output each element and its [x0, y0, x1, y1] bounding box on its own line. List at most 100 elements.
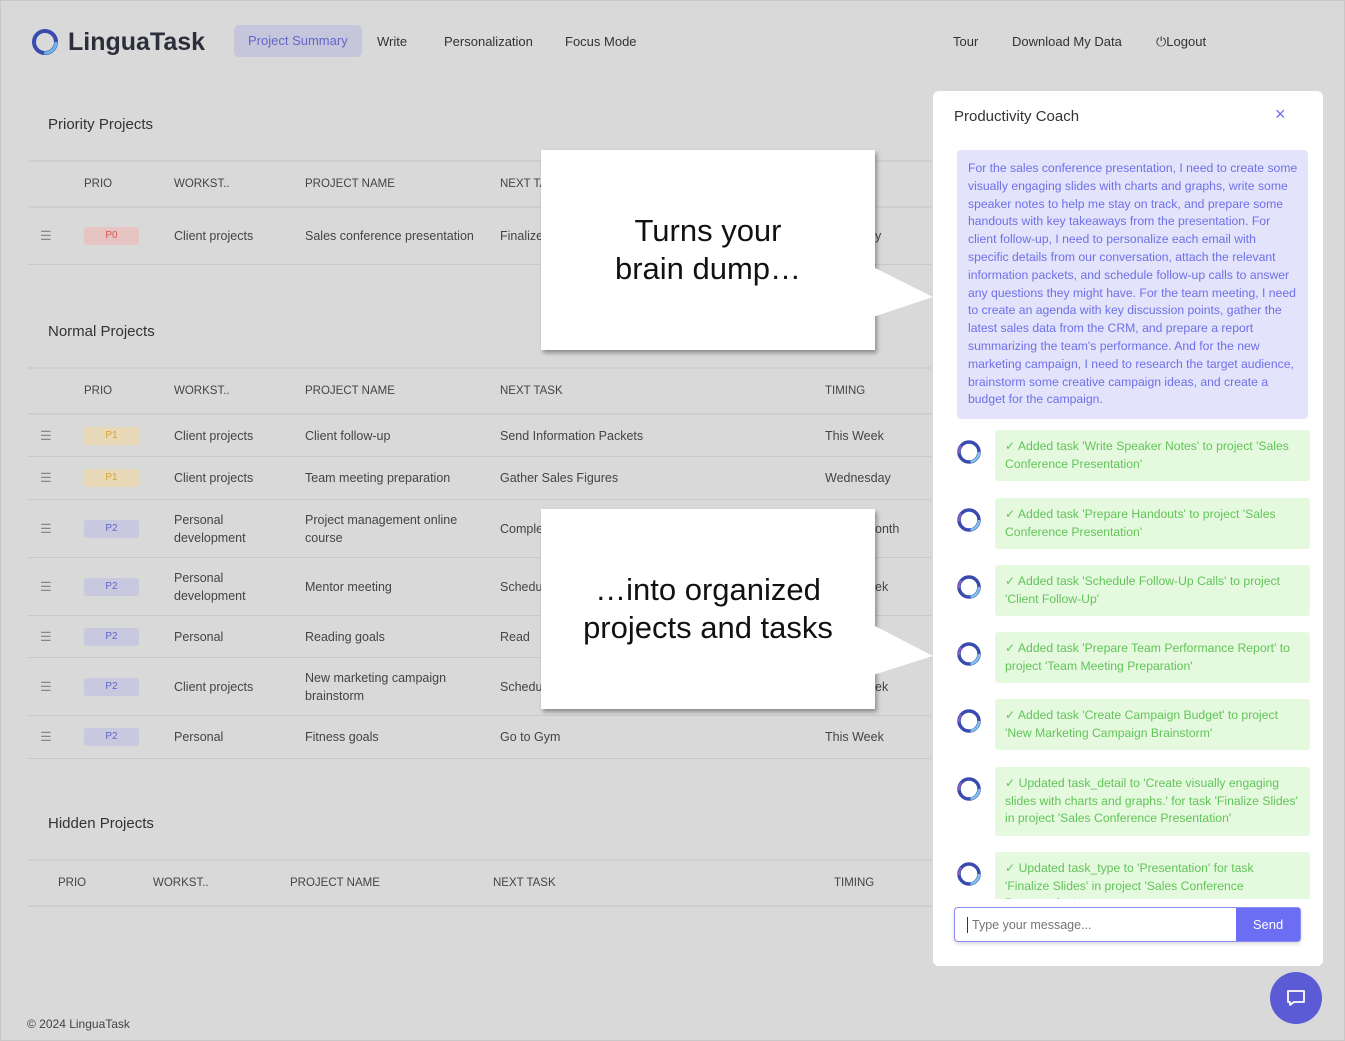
message-input[interactable] [967, 917, 1236, 933]
hidden-table: PRIO WORKST.. PROJECT NAME NEXT TASK TIM… [28, 859, 931, 907]
nav-tour[interactable]: Tour [953, 32, 978, 52]
bot-message-text: ✓ Added task 'Prepare Handouts' to proje… [995, 498, 1310, 550]
callout-text: …into organized projects and tasks [583, 572, 833, 645]
coach-avatar-icon [957, 862, 981, 886]
coach-title: Productivity Coach [954, 108, 1080, 125]
drag-handle-icon[interactable]: ☰ [40, 227, 52, 245]
chat-bubble-icon [1287, 990, 1305, 1006]
bot-message-text: ✓ Added task 'Create Campaign Budget' to… [995, 699, 1310, 751]
timing-cell: y [875, 229, 882, 243]
next-task-cell: Read [500, 629, 530, 644]
normal-title: Normal Projects [48, 323, 155, 340]
priority-badge: P2 [84, 577, 139, 596]
col-timing: TIMING [834, 877, 875, 889]
next-task-cell: Schedu [500, 579, 543, 594]
timing-cell: Wednesday [825, 471, 891, 485]
priority-badge: P1 [84, 469, 139, 487]
message-input-bar: Send [954, 907, 1301, 942]
table-row[interactable]: ☰ P1 Client projects Team meeting prepar… [28, 457, 931, 500]
callout-pointer [873, 267, 933, 317]
col-prio: PRIO [58, 877, 87, 889]
workstream-cell: Personal [174, 629, 224, 644]
nav-personalization[interactable]: Personalization [444, 32, 533, 52]
next-task-cell: Comple [500, 521, 544, 536]
nav-download-data[interactable]: Download My Data [1012, 32, 1122, 52]
next-task-cell: Send Information Packets [500, 428, 644, 443]
priority-badge: P0 [84, 227, 139, 245]
close-icon[interactable]: × [1275, 104, 1286, 125]
drag-handle-icon[interactable]: ☰ [40, 578, 52, 596]
chat-toggle-button[interactable] [1270, 972, 1322, 1024]
project-name-cell[interactable]: Fitness goals [305, 728, 475, 746]
drag-handle-icon[interactable]: ☰ [40, 628, 52, 646]
bot-message: ✓ Updated task_detail to 'Create visuall… [955, 767, 1310, 836]
next-task-cell: Go to Gym [500, 730, 561, 744]
priority-badge: P1 [84, 426, 139, 445]
brand-logo[interactable]: LinguaTask [30, 27, 205, 57]
bot-message: ✓ Added task 'Prepare Handouts' to proje… [955, 498, 1310, 550]
drag-handle-icon[interactable]: ☰ [40, 469, 52, 487]
col-project: PROJECT NAME [305, 385, 395, 397]
priority-badge: P2 [84, 519, 139, 538]
next-task-cell: Gather Sales Figures [500, 471, 619, 485]
project-name-cell[interactable]: Team meeting preparation [305, 469, 475, 487]
drag-handle-icon[interactable]: ☰ [40, 427, 52, 445]
workstream-cell: Personal development [174, 512, 246, 545]
col-project: PROJECT NAME [305, 178, 395, 190]
project-name-cell[interactable]: New marketing campaign brainstorm [305, 669, 475, 705]
coach-avatar-icon [957, 709, 981, 733]
workstream-cell: Client projects [174, 679, 254, 694]
next-task-cell: Finalize [500, 229, 544, 243]
col-next: NEXT TASK [500, 385, 563, 397]
table-row[interactable]: ☰ P2 Personal Fitness goals Go to Gym Th… [28, 716, 931, 759]
bot-message: ✓ Added task 'Write Speaker Notes' to pr… [955, 430, 1310, 482]
coach-avatar-icon [957, 508, 981, 532]
coach-avatar-icon [957, 440, 981, 464]
callout-brain-dump: Turns your brain dump… [541, 150, 875, 350]
coach-avatar-icon [957, 642, 981, 666]
table-header: PRIO WORKST.. PROJECT NAME NEXT TASK TIM… [28, 367, 931, 415]
workstream-cell: Client projects [174, 428, 254, 443]
project-name-cell[interactable]: Client follow-up [305, 427, 475, 445]
table-header: PRIO WORKST.. PROJECT NAME NEXT TASK TIM… [28, 859, 931, 907]
brand-name: LinguaTask [68, 27, 206, 56]
workstream-cell: Personal development [174, 570, 246, 603]
callout-pointer [873, 625, 933, 675]
bot-message: ✓ Added task 'Schedule Follow-Up Calls' … [955, 565, 1310, 617]
drag-handle-icon[interactable]: ☰ [40, 728, 52, 746]
bot-message-text: ✓ Added task 'Write Speaker Notes' to pr… [995, 430, 1310, 482]
send-button[interactable]: Send [1236, 908, 1300, 941]
priority-badge: P2 [84, 728, 139, 746]
callout-organized: …into organized projects and tasks [541, 509, 875, 709]
workstream-cell: Personal [174, 730, 224, 744]
workstream-cell: Client projects [174, 229, 254, 243]
callout-text: Turns your brain dump… [614, 213, 802, 286]
col-project: PROJECT NAME [290, 877, 380, 889]
nav-project-summary[interactable]: Project Summary [234, 25, 362, 57]
priority-badge: P2 [84, 677, 139, 696]
user-message: For the sales conference presentation, I… [957, 150, 1308, 420]
col-workstream: WORKST.. [153, 877, 209, 889]
nav-write[interactable]: Write [377, 32, 407, 52]
project-name-cell[interactable]: Project management online course [305, 511, 475, 547]
col-next: NEXT TASK [493, 877, 556, 889]
next-task-cell: Schedu [500, 679, 543, 694]
logo-icon [32, 29, 58, 55]
workstream-cell: Client projects [174, 471, 254, 485]
nav-focus-mode[interactable]: Focus Mode [565, 32, 637, 52]
bot-message-text: ✓ Updated task_detail to 'Create visuall… [995, 767, 1310, 836]
drag-handle-icon[interactable]: ☰ [40, 678, 52, 696]
table-row[interactable]: ☰ P1 Client projects Client follow-up Se… [28, 415, 931, 457]
nav-logout[interactable]: ⏻Logout [1156, 32, 1206, 52]
drag-handle-icon[interactable]: ☰ [40, 520, 52, 538]
project-name-cell[interactable]: Mentor meeting [305, 578, 475, 596]
bot-message: ✓ Added task 'Prepare Team Performance R… [955, 632, 1310, 684]
project-name-cell[interactable]: Reading goals [305, 628, 475, 646]
col-timing: TIMING [825, 385, 866, 397]
timing-cell: onth [875, 521, 900, 536]
col-prio: PRIO [84, 178, 113, 190]
priority-badge: P2 [84, 627, 139, 646]
priority-title: Priority Projects [48, 116, 154, 133]
project-name-cell[interactable]: Sales conference presentation [305, 227, 475, 245]
power-icon: ⏻ [1156, 34, 1167, 49]
